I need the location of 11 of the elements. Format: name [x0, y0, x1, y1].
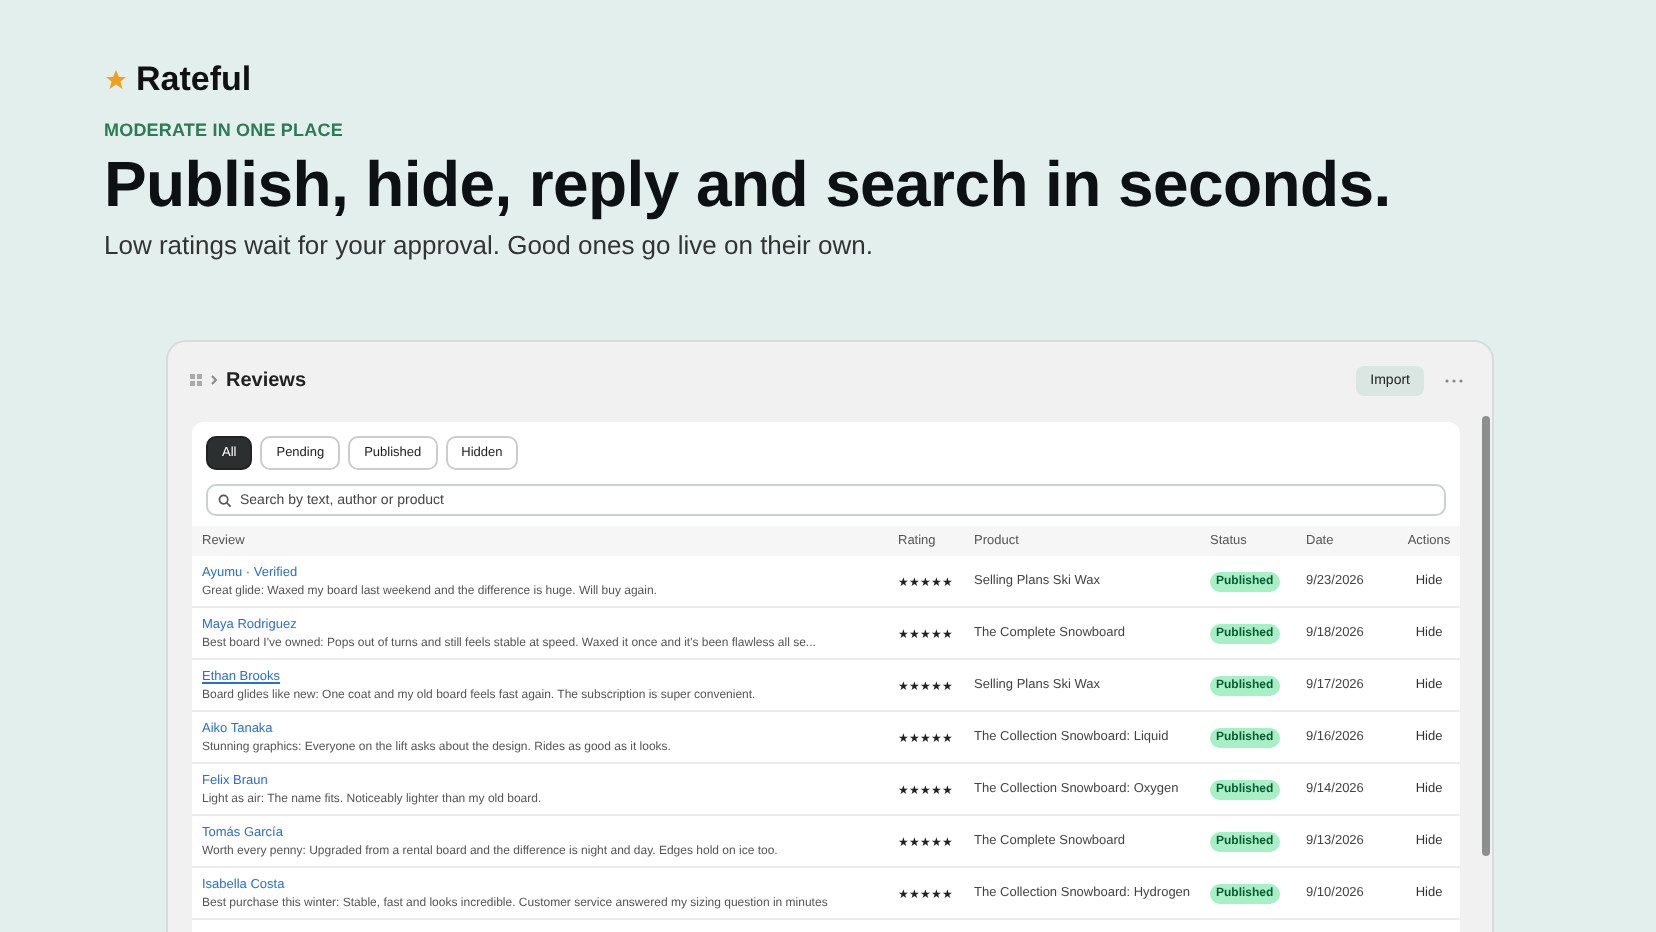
- headline: Publish, hide, reply and search in seconds.: [104, 148, 1393, 222]
- more-icon: [1444, 377, 1464, 383]
- star-icon: [104, 68, 128, 92]
- page-title: Reviews: [226, 369, 307, 391]
- chevron-icon: [210, 374, 218, 386]
- grid-icon[interactable]: [190, 374, 202, 386]
- scrollbar-thumb[interactable]: [1482, 416, 1490, 856]
- brand-name: Rateful: [136, 60, 252, 100]
- search-icon: [218, 493, 232, 507]
- subheadline: Low ratings wait for your approval. Good ones go live on their own.: [104, 230, 875, 260]
- eyebrow-label: MODERATE IN ONE PLACE: [104, 120, 345, 140]
